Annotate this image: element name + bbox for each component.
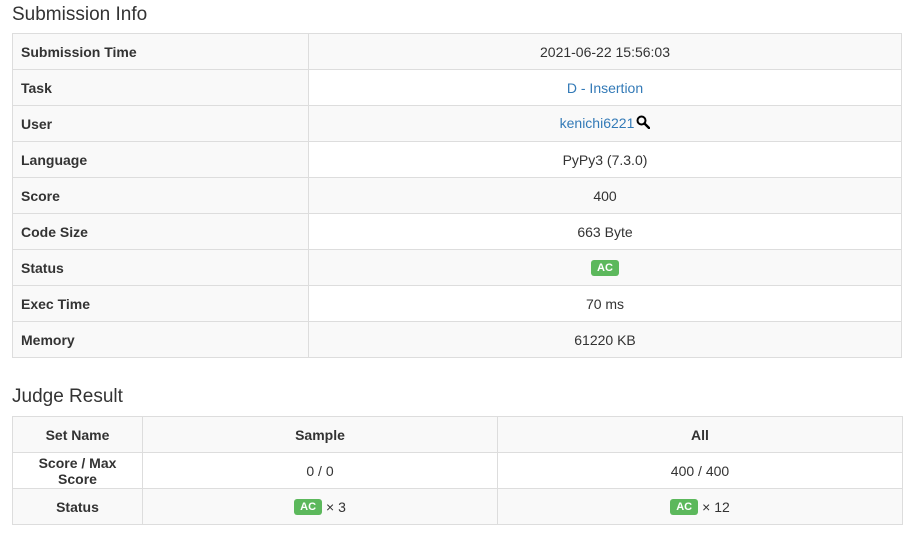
sample-count: × 3 bbox=[326, 499, 346, 516]
language-label: Language bbox=[12, 141, 309, 178]
all-ac-badge: AC bbox=[670, 499, 699, 516]
task-link[interactable]: D - Insertion bbox=[567, 80, 643, 96]
exec-time-label: Exec Time bbox=[12, 285, 309, 322]
score-label: Score bbox=[12, 177, 309, 214]
judge-result-title: Judge Result bbox=[12, 386, 123, 407]
submission-time-label: Submission Time bbox=[12, 33, 309, 70]
task-label: Task bbox=[12, 69, 309, 106]
set-name-header: Set Name bbox=[12, 416, 143, 453]
table-row: Task D - Insertion bbox=[12, 69, 902, 106]
memory-label: Memory bbox=[12, 321, 309, 358]
table-row: Score / Max Score 0 / 0 400 / 400 bbox=[12, 452, 903, 489]
table-row: Submission Time 2021-06-22 15:56:03 bbox=[12, 33, 902, 70]
sample-ac-badge: AC bbox=[294, 499, 323, 516]
status-label: Status bbox=[12, 249, 309, 286]
code-size-label: Code Size bbox=[12, 213, 309, 250]
code-size-value: 663 Byte bbox=[308, 213, 902, 250]
sample-score: 0 / 0 bbox=[142, 452, 498, 489]
table-row: Exec Time 70 ms bbox=[12, 285, 902, 322]
table-row: Status AC bbox=[12, 249, 902, 286]
submission-info-title: Submission Info bbox=[12, 4, 148, 25]
judge-status-label: Status bbox=[12, 488, 143, 525]
submission-info-table: Submission Time 2021-06-22 15:56:03 Task… bbox=[12, 33, 902, 358]
memory-value: 61220 KB bbox=[308, 321, 902, 358]
submission-time-value: 2021-06-22 15:56:03 bbox=[308, 33, 902, 70]
exec-time-value: 70 ms bbox=[308, 285, 902, 322]
language-value: PyPy3 (7.3.0) bbox=[308, 141, 902, 178]
sample-header: Sample bbox=[142, 416, 498, 453]
score-max-label: Score / Max Score bbox=[12, 452, 143, 489]
table-header-row: Set Name Sample All bbox=[12, 416, 903, 453]
all-count: × 12 bbox=[702, 499, 730, 516]
user-label: User bbox=[12, 105, 309, 142]
table-row: Language PyPy3 (7.3.0) bbox=[12, 141, 902, 178]
user-link[interactable]: kenichi6221 bbox=[560, 115, 635, 131]
score-value: 400 bbox=[308, 177, 902, 214]
table-row: User kenichi6221 bbox=[12, 105, 902, 142]
status-badge: AC bbox=[591, 260, 619, 277]
judge-result-table: Set Name Sample All Score / Max Score 0 … bbox=[12, 416, 903, 525]
table-row: Score 400 bbox=[12, 177, 902, 214]
table-row: Code Size 663 Byte bbox=[12, 213, 902, 250]
all-score: 400 / 400 bbox=[497, 452, 903, 489]
all-header: All bbox=[497, 416, 903, 453]
table-row: Memory 61220 KB bbox=[12, 321, 902, 358]
table-row: Status AC × 3 AC × 12 bbox=[12, 488, 903, 525]
search-icon[interactable] bbox=[636, 115, 651, 132]
